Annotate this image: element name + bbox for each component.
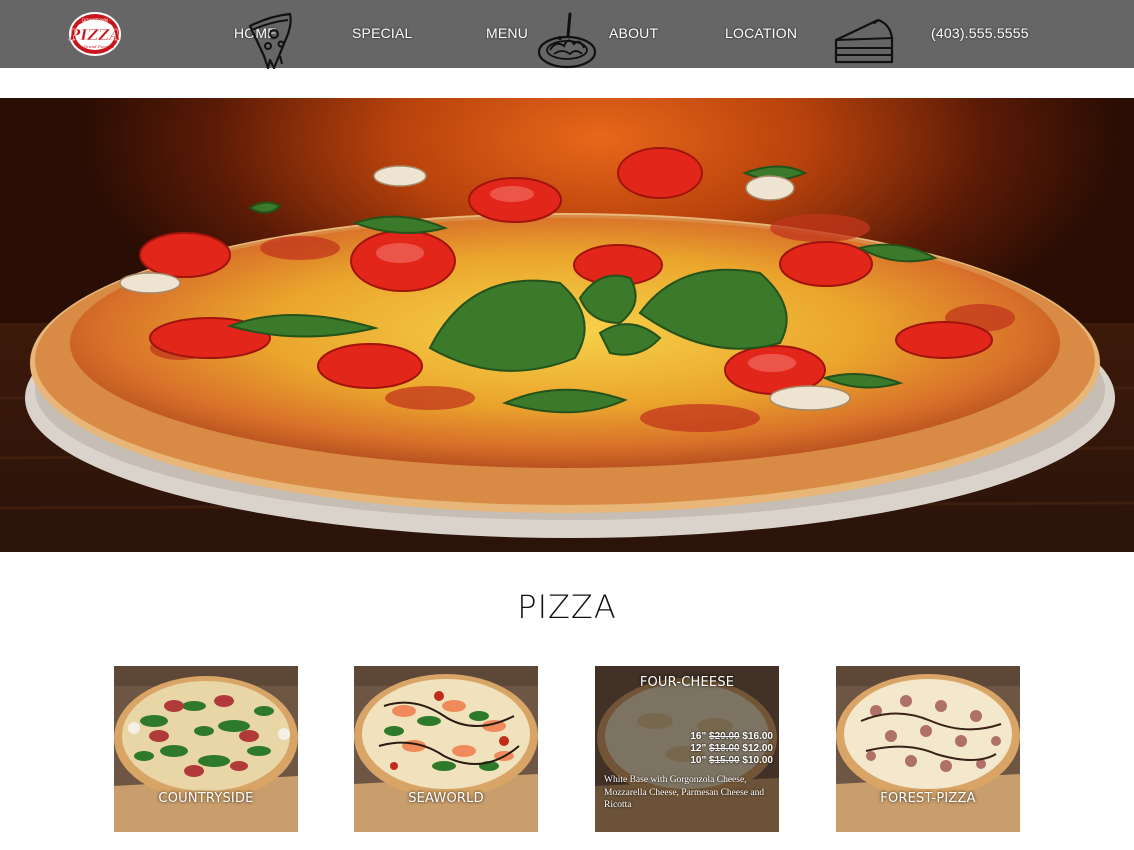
pizza-hero-image [0, 98, 1134, 552]
nav-link-menu[interactable]: MENU [486, 25, 528, 41]
pasta-plate-icon [537, 12, 597, 69]
card-name-seaworld: SEAWORLD [408, 791, 484, 806]
price-row-10: 10" $15.00 $10.00 [690, 755, 773, 766]
card-name-countryside: COUNTRYSIDE [158, 791, 254, 806]
phone-number[interactable]: (403).555.5555 [931, 25, 1029, 41]
pizza-slice-icon [248, 12, 292, 70]
pizza-card-four-cheese[interactable]: FOUR-CHEESE 16" $20.00 $16.00 12" $18.00… [595, 666, 779, 832]
card-name-four-cheese: FOUR-CHEESE [639, 675, 735, 690]
forest-pizza-image [836, 666, 1020, 832]
nav-link-location[interactable]: LOCATION [725, 25, 797, 41]
pizza-card-forest-pizza[interactable]: FOREST-PIZZA [836, 666, 1020, 832]
nav-link-special[interactable]: SPECIAL [352, 25, 413, 41]
pizza-card-seaworld[interactable]: SEAWORLD [354, 666, 538, 832]
section-title-pizza: PIZZA [517, 588, 617, 626]
seaworld-pizza-image [354, 666, 538, 832]
svg-text:PIZZA: PIZZA [68, 26, 121, 44]
svg-text:Grand Pizzeria: Grand Pizzeria [84, 44, 115, 49]
top-navbar: PIZZA DOWNTOWN Grand Pizzeria HOME SPECI… [0, 0, 1134, 70]
cake-slice-icon [834, 18, 894, 64]
countryside-pizza-image [114, 666, 298, 832]
svg-text:DOWNTOWN: DOWNTOWN [82, 18, 108, 23]
card-description: White Base with Gorgonzola Cheese, Mozza… [604, 775, 765, 810]
nav-link-about[interactable]: ABOUT [609, 25, 658, 41]
card-name-forest-pizza: FOREST-PIZZA [880, 791, 976, 806]
price-row-12: 12" $18.00 $12.00 [690, 743, 773, 754]
price-row-16: 16" $20.00 $16.00 [690, 731, 773, 742]
pizza-logo[interactable]: PIZZA DOWNTOWN Grand Pizzeria [68, 10, 122, 58]
pizza-card-countryside[interactable]: COUNTRYSIDE [114, 666, 298, 832]
